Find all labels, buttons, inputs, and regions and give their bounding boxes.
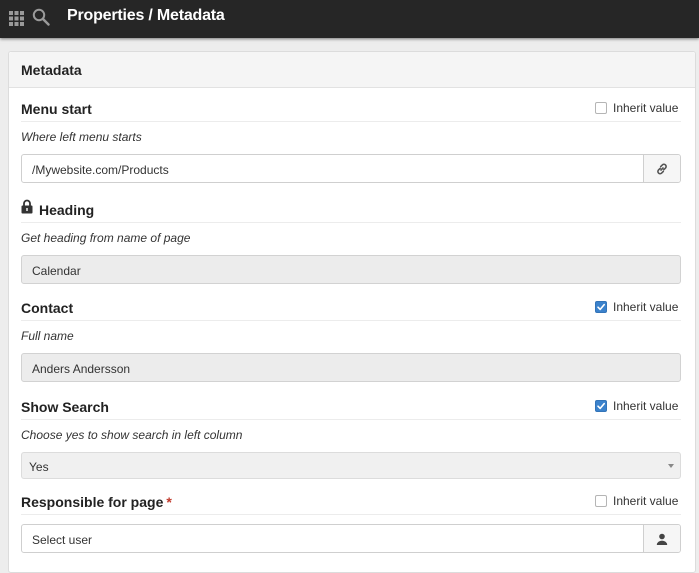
link-button[interactable] [643,155,680,182]
checkbox-box[interactable] [595,102,607,114]
contact-input: Anders Andersson [21,353,681,382]
page-title: Properties / Metadata [67,7,225,24]
checkmark-icon [597,402,605,410]
contact-label: Contact [21,300,74,316]
search-icon[interactable] [32,8,50,26]
divider [21,514,681,515]
lock-icon [21,199,33,214]
apps-grid-icon[interactable] [9,11,24,26]
heading-label: Heading [39,202,95,218]
contact-value: Anders Andersson [32,362,131,376]
responsible-value: Select user [32,533,93,547]
inherit-label: Inherit value [613,494,679,508]
responsible-input[interactable]: Select user [21,524,681,553]
menu-start-input[interactable]: /Mywebsite.com/Products [21,154,681,183]
select-user-button[interactable] [643,525,680,552]
menu-start-help: Where left menu starts [21,130,142,144]
panel-title: Metadata [21,62,82,78]
menu-start-inherit-checkbox[interactable]: Inherit value [595,100,678,116]
show-search-inherit-checkbox[interactable]: Inherit value [595,398,678,414]
panel-header: Metadata [9,52,695,88]
heading-help: Get heading from name of page [21,231,191,245]
inherit-label: Inherit value [613,101,679,115]
user-icon [656,533,668,545]
chevron-down-icon [668,464,674,468]
menu-start-label: Menu start [21,101,92,117]
required-marker: * [166,494,172,510]
heading-input: Calendar [21,255,681,284]
top-bar: Properties / Metadata [0,0,699,38]
responsible-label: Responsible for page * [21,494,172,510]
responsible-inherit-checkbox[interactable]: Inherit value [595,493,678,509]
divider [21,320,681,321]
checkbox-box[interactable] [595,400,607,412]
checkbox-box[interactable] [595,301,607,313]
inherit-label: Inherit value [613,399,679,413]
responsible-label-text: Responsible for page [21,494,164,510]
checkmark-icon [597,303,605,311]
inherit-label: Inherit value [613,300,679,314]
show-search-help: Choose yes to show search in left column [21,428,243,442]
heading-value: Calendar [32,264,81,278]
contact-inherit-checkbox[interactable]: Inherit value [595,299,678,315]
divider [21,222,681,223]
menu-start-value: /Mywebsite.com/Products [32,163,169,177]
show-search-value: Yes [29,460,49,474]
checkbox-box[interactable] [595,495,607,507]
link-icon [657,163,667,174]
contact-help: Full name [21,329,74,343]
divider [21,121,681,122]
show-search-select[interactable]: Yes [21,452,681,479]
show-search-label: Show Search [21,399,109,415]
divider [21,419,681,420]
